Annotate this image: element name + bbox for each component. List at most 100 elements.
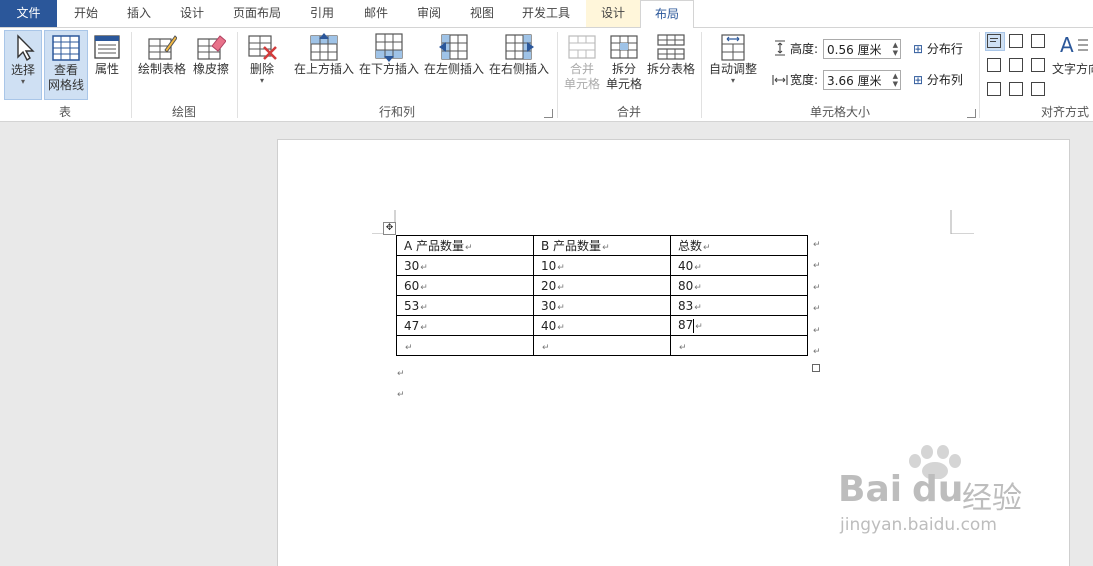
spinner-arrows-icon[interactable]: ▲ ▼ <box>893 72 898 88</box>
tab-home[interactable]: 开始 <box>60 0 112 27</box>
insert-left-label: 在左侧插入 <box>423 62 484 76</box>
eraser-button[interactable]: 橡皮擦 <box>191 30 231 88</box>
column-width-icon <box>772 72 788 92</box>
cell-text: 30 <box>541 298 557 313</box>
table-cell[interactable]: 87 ↵ <box>670 315 808 336</box>
tab-table-design[interactable]: 设计 <box>586 0 640 27</box>
align-top-right-icon[interactable] <box>1031 34 1045 48</box>
table-cell[interactable]: 53↵ <box>396 295 534 316</box>
tab-page-layout[interactable]: 页面布局 <box>222 0 292 27</box>
insert-left-button[interactable]: 在左侧插入 <box>423 30 485 88</box>
table-header-cell[interactable]: B 产品数量↵ <box>533 235 671 256</box>
distribute-cols-button[interactable]: ⊞ 分布列 <box>913 72 963 88</box>
properties-button[interactable]: 属性 <box>89 30 125 98</box>
autofit-label: 自动调整 <box>708 62 757 76</box>
tab-file[interactable]: 文件 <box>0 0 57 27</box>
align-middle-center-icon[interactable] <box>1009 58 1023 72</box>
view-gridlines-button[interactable]: 查看 网格线 <box>44 30 88 100</box>
row-end-mark-icon: ↵ <box>813 283 821 293</box>
group-divider <box>979 32 980 118</box>
select-label: 选择 <box>10 63 35 77</box>
table-row: ↵ ↵ ↵ <box>396 335 808 356</box>
watermark-brand: Bai <box>838 469 903 510</box>
delete-table-icon <box>247 32 277 62</box>
insert-above-label: 在上方插入 <box>293 62 354 76</box>
tab-insert[interactable]: 插入 <box>113 0 165 27</box>
split-table-button[interactable]: 拆分表格 <box>646 30 696 88</box>
merge-cells-button[interactable]: 合并 单元格 <box>563 30 601 98</box>
tab-mailings[interactable]: 邮件 <box>350 0 402 27</box>
dialog-launcher-icon[interactable] <box>967 109 976 118</box>
distribute-rows-icon: ⊞ <box>913 42 924 56</box>
align-middle-left-icon[interactable] <box>987 58 1001 72</box>
table-row: 60↵ 20↵ 80↵ <box>396 275 808 296</box>
data-table[interactable]: A 产品数量↵ B 产品数量↵ 总数↵ 30↵ 10↵ 40↵ 60↵ 20↵ … <box>396 235 808 356</box>
table-cell[interactable]: 20↵ <box>533 275 671 296</box>
cell-text: 60 <box>404 278 420 293</box>
gridlines-label-2: 网格线 <box>47 78 84 92</box>
group-label-alignment: 对齐方式 <box>1040 105 1089 119</box>
align-middle-right-icon[interactable] <box>1031 58 1045 72</box>
group-label-merge: 合并 <box>616 105 641 119</box>
table-properties-icon <box>92 32 122 62</box>
cell-end-mark-icon: ↵ <box>557 322 565 333</box>
text-direction-button[interactable]: A 文字方向 <box>1052 30 1093 88</box>
cell-text: 87 <box>678 318 694 333</box>
table-cell[interactable]: 80↵ <box>670 275 808 296</box>
table-resize-handle-icon[interactable] <box>812 364 820 372</box>
align-bottom-left-icon[interactable] <box>987 82 1001 96</box>
autofit-button[interactable]: 自动调整 ▾ <box>707 30 759 98</box>
table-cell[interactable]: 10↵ <box>533 255 671 276</box>
merge-label-2: 单元格 <box>563 77 600 91</box>
tab-references[interactable]: 引用 <box>296 0 348 27</box>
align-bottom-center-icon[interactable] <box>1009 82 1023 96</box>
tab-review[interactable]: 审阅 <box>403 0 455 27</box>
cell-text: 80 <box>678 278 694 293</box>
corner-mark-right <box>950 210 974 234</box>
insert-above-button[interactable]: 在上方插入 <box>293 30 355 88</box>
cell-end-mark-icon: ↵ <box>694 302 702 313</box>
tab-table-layout[interactable]: 布局 <box>640 0 694 29</box>
tab-design[interactable]: 设计 <box>166 0 218 27</box>
spinner-arrows-icon[interactable]: ▲ ▼ <box>893 41 898 57</box>
table-cell[interactable]: ↵ <box>670 335 808 356</box>
table-cell[interactable]: 60↵ <box>396 275 534 296</box>
cell-text: B 产品数量 <box>541 239 602 253</box>
table-cell[interactable]: 30↵ <box>396 255 534 276</box>
table-move-handle-icon[interactable]: ✥ <box>383 222 396 235</box>
table-cell[interactable]: 83↵ <box>670 295 808 316</box>
table-cell[interactable]: 40↵ <box>670 255 808 276</box>
tab-developer[interactable]: 开发工具 <box>510 0 582 27</box>
insert-below-button[interactable]: 在下方插入 <box>358 30 420 88</box>
watermark-url: jingyan.baidu.com <box>840 515 997 535</box>
insert-right-button[interactable]: 在右侧插入 <box>488 30 550 88</box>
delete-button[interactable]: 删除 ▾ <box>243 30 281 98</box>
table-cell[interactable]: 40↵ <box>533 315 671 336</box>
ribbon-tab-bar: 文件 开始 插入 设计 页面布局 引用 邮件 审阅 视图 开发工具 设计 布局 <box>0 0 1093 29</box>
table-cell[interactable]: 30↵ <box>533 295 671 316</box>
table-row: 53↵ 30↵ 83↵ <box>396 295 808 316</box>
align-bottom-right-icon[interactable] <box>1031 82 1045 96</box>
table-cell[interactable]: ↵ <box>396 335 534 356</box>
tab-view[interactable]: 视图 <box>456 0 508 27</box>
cell-text: 47 <box>404 318 420 333</box>
draw-table-button[interactable]: 绘制表格 <box>136 30 188 88</box>
width-value: 3.66 厘米 <box>827 74 882 88</box>
select-button[interactable]: 选择 ▾ <box>4 30 42 100</box>
cell-end-mark-icon: ↵ <box>420 282 428 293</box>
cell-end-mark-icon: ↵ <box>557 302 565 313</box>
text-direction-icon: A <box>1058 32 1088 62</box>
table-cell[interactable]: ↵ <box>533 335 671 356</box>
height-spinner[interactable]: 0.56 厘米 ▲ ▼ <box>823 39 901 59</box>
dialog-launcher-icon[interactable] <box>544 109 553 118</box>
table-cell[interactable]: 47↵ <box>396 315 534 336</box>
cell-text: 10 <box>541 258 557 273</box>
table-header-cell[interactable]: A 产品数量↵ <box>396 235 534 256</box>
width-spinner[interactable]: 3.66 厘米 ▲ ▼ <box>823 70 901 90</box>
distribute-rows-button[interactable]: ⊞ 分布行 <box>913 41 963 57</box>
row-end-mark-icon: ↵ <box>813 304 821 314</box>
split-cells-button[interactable]: 拆分 单元格 <box>604 30 644 98</box>
table-header-cell[interactable]: 总数↵ <box>670 235 808 256</box>
cell-end-mark-icon: ↵ <box>405 342 413 353</box>
align-top-center-icon[interactable] <box>1009 34 1023 48</box>
